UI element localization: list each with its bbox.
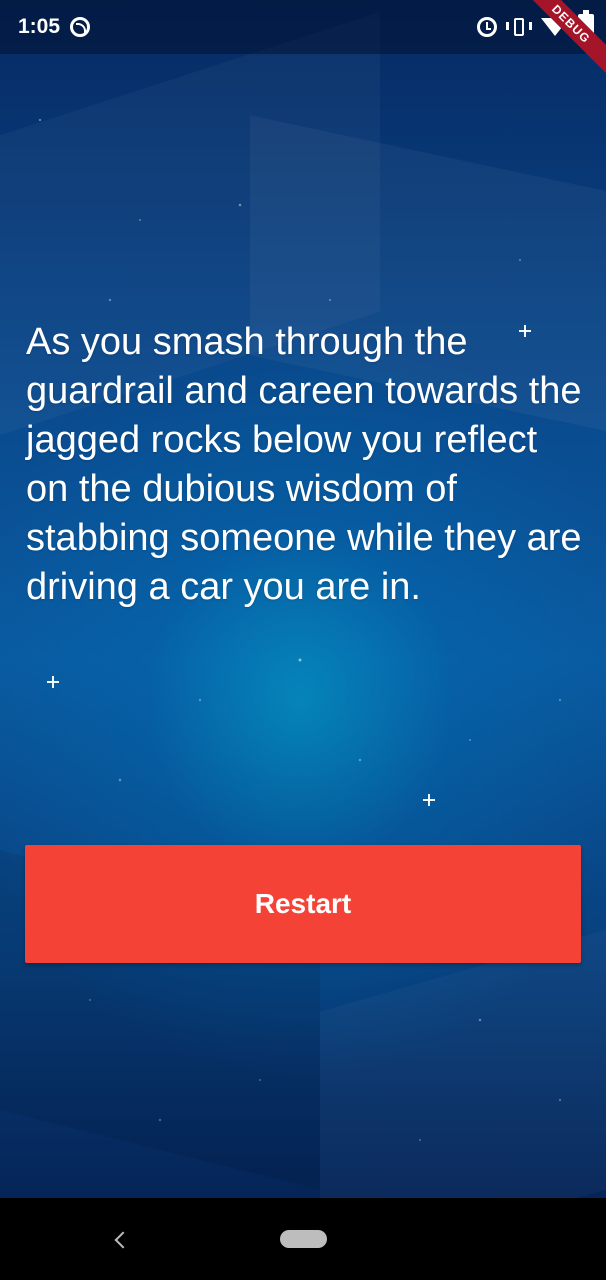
story-text: As you smash through the guardrail and c… <box>26 321 582 608</box>
status-bar: 1:05 DEBUG <box>0 0 606 85</box>
sync-icon <box>70 17 90 37</box>
home-pill-icon[interactable] <box>280 1230 327 1248</box>
sparkle-icon <box>47 676 59 688</box>
restart-button[interactable]: Restart <box>25 845 581 963</box>
back-icon[interactable] <box>113 1231 127 1249</box>
vibrate-icon <box>506 17 532 37</box>
space-background: As you smash through the guardrail and c… <box>0 0 606 1198</box>
sparkle-icon <box>423 794 435 806</box>
status-time: 1:05 <box>18 15 61 38</box>
alarm-icon <box>477 17 497 37</box>
